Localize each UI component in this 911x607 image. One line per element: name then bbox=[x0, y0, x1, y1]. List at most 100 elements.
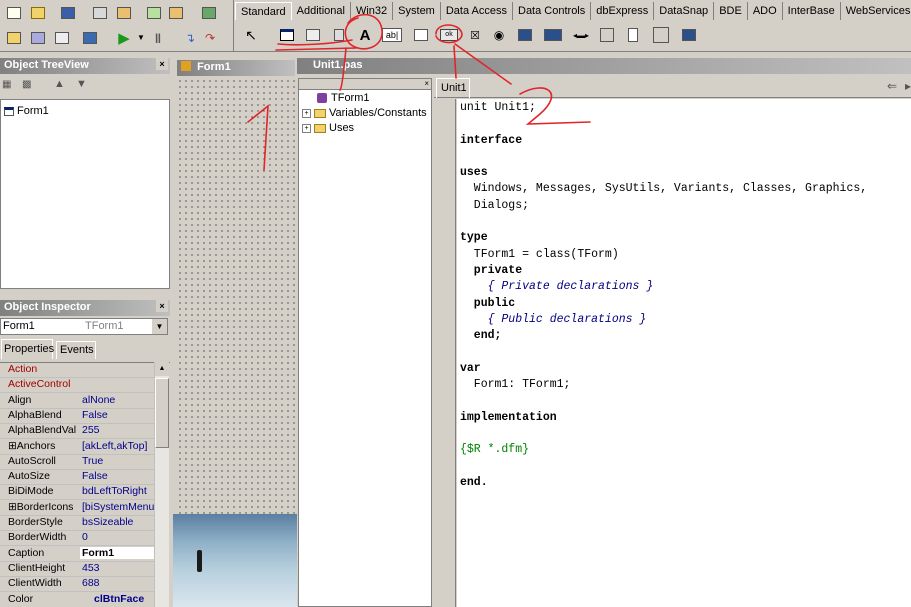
property-row[interactable]: BiDiMode bdLeftToRight bbox=[0, 485, 155, 501]
explorer-item-variables[interactable]: + Variables/Constants bbox=[302, 107, 427, 119]
editor-tab-unit1[interactable]: Unit1 bbox=[436, 78, 470, 98]
view-form-icon[interactable] bbox=[28, 28, 48, 48]
run-dropdown-icon[interactable]: ▼ bbox=[137, 33, 145, 42]
add-file-icon[interactable] bbox=[144, 3, 164, 23]
property-row[interactable]: AlphaBlend False bbox=[0, 409, 155, 424]
palette-tab[interactable]: BDE bbox=[714, 2, 748, 20]
forward-arrow-icon[interactable]: ▸ bbox=[905, 79, 911, 93]
palette-tab[interactable]: InterBase bbox=[783, 2, 841, 20]
property-row[interactable]: AutoScroll True bbox=[0, 455, 155, 470]
inspector-tab-events[interactable]: Events bbox=[56, 341, 96, 359]
property-row[interactable]: Caption Form1 bbox=[0, 546, 155, 562]
remove-file-icon[interactable] bbox=[166, 3, 186, 23]
step-over-icon[interactable]: ↷ bbox=[200, 28, 220, 48]
toggle-form-unit-icon[interactable] bbox=[52, 28, 72, 48]
property-value[interactable]: [akLeft,akTop] bbox=[80, 440, 154, 452]
palette-tab[interactable]: Data Access bbox=[441, 2, 513, 20]
property-row[interactable]: ActiveControl bbox=[0, 378, 155, 394]
palette-tab[interactable]: DataSnap bbox=[654, 2, 715, 20]
back-arrow-icon[interactable]: ⇐ bbox=[887, 79, 897, 93]
property-value[interactable]: bsSizeable bbox=[80, 516, 154, 528]
help-icon[interactable] bbox=[199, 3, 219, 23]
delete-item-icon[interactable]: ▩ bbox=[22, 79, 31, 90]
edit-component-icon[interactable]: ab| bbox=[382, 28, 402, 42]
open-icon[interactable] bbox=[28, 3, 48, 23]
property-row[interactable]: ClientWidth 688 bbox=[0, 577, 155, 593]
save-all-icon[interactable] bbox=[90, 3, 110, 23]
palette-tab[interactable]: Win32 bbox=[351, 2, 394, 20]
property-value[interactable]: [biSystemMenu, bbox=[80, 501, 154, 513]
radiobutton-icon[interactable]: ◉ bbox=[488, 24, 510, 46]
panel-icon[interactable] bbox=[650, 24, 672, 46]
tree-item-form1[interactable]: Form1 bbox=[4, 105, 49, 117]
property-value[interactable]: Form1 bbox=[80, 546, 154, 559]
property-value[interactable]: 688 bbox=[80, 577, 154, 589]
property-value[interactable]: False bbox=[80, 409, 154, 421]
palette-tab[interactable]: Standard bbox=[235, 2, 292, 20]
property-row[interactable]: ⊞Anchors [akLeft,akTop] bbox=[0, 440, 155, 455]
chevron-down-icon[interactable]: ▼ bbox=[152, 319, 167, 334]
property-row[interactable]: BorderWidth 0 bbox=[0, 531, 155, 547]
popupmenu-icon[interactable] bbox=[328, 24, 350, 46]
open-project-icon[interactable] bbox=[114, 3, 134, 23]
property-row[interactable]: Action bbox=[0, 363, 155, 378]
groupbox-icon[interactable] bbox=[596, 24, 618, 46]
palette-tab[interactable]: System bbox=[393, 2, 441, 20]
property-value[interactable]: 255 bbox=[80, 424, 154, 436]
scrollbar-icon[interactable]: ◂▬▸ bbox=[570, 24, 592, 46]
palette-tab[interactable]: WebServices bbox=[841, 2, 911, 20]
palette-tab[interactable]: Data Controls bbox=[513, 2, 592, 20]
property-value[interactable]: alNone bbox=[80, 394, 154, 406]
property-value[interactable]: 0 bbox=[80, 531, 154, 543]
memo-icon[interactable] bbox=[410, 24, 432, 46]
combobox-icon[interactable] bbox=[542, 24, 564, 46]
new-form-icon[interactable] bbox=[80, 28, 100, 48]
explorer-item-tform1[interactable]: TForm1 bbox=[317, 92, 370, 104]
expand-icon[interactable]: + bbox=[302, 123, 311, 133]
listbox-icon[interactable] bbox=[514, 24, 536, 46]
inspector-tab-properties[interactable]: Properties bbox=[1, 339, 54, 359]
close-icon[interactable]: × bbox=[156, 300, 168, 312]
explorer-item-uses[interactable]: + Uses bbox=[302, 122, 354, 134]
radiogroup-icon[interactable] bbox=[622, 24, 644, 46]
scroll-thumb[interactable] bbox=[155, 378, 169, 448]
palette-tab[interactable]: Additional bbox=[292, 2, 351, 20]
form-grid-canvas[interactable] bbox=[177, 78, 295, 514]
property-row[interactable]: AlphaBlendVal 255 bbox=[0, 424, 155, 440]
property-value[interactable]: bdLeftToRight bbox=[80, 485, 154, 497]
checkbox-icon[interactable]: ☒ bbox=[464, 24, 486, 46]
label-component-icon[interactable]: A bbox=[354, 24, 376, 46]
inspector-scrollbar[interactable]: ▲ bbox=[154, 362, 169, 607]
close-icon[interactable]: × bbox=[424, 79, 429, 88]
property-value[interactable]: False bbox=[80, 470, 154, 482]
close-icon[interactable]: × bbox=[156, 58, 168, 70]
expand-icon[interactable]: + bbox=[302, 108, 311, 118]
mainmenu-icon[interactable] bbox=[302, 24, 324, 46]
scroll-up-icon[interactable]: ▲ bbox=[155, 362, 169, 376]
view-unit-icon[interactable] bbox=[4, 28, 24, 48]
property-row[interactable]: Color clBtnFace bbox=[0, 593, 155, 607]
property-value[interactable]: True bbox=[80, 455, 154, 467]
property-value[interactable]: 453 bbox=[80, 562, 154, 574]
palette-tab[interactable]: dbExpress bbox=[591, 2, 655, 20]
pointer-icon[interactable]: ↖ bbox=[240, 24, 262, 46]
property-row[interactable]: ClientHeight 453 bbox=[0, 562, 155, 577]
pause-icon[interactable]: ‖ bbox=[148, 28, 168, 48]
property-row[interactable]: Align alNone bbox=[0, 394, 155, 409]
frames-icon[interactable] bbox=[276, 24, 298, 46]
property-value[interactable]: clBtnFace bbox=[80, 593, 154, 605]
save-icon[interactable] bbox=[58, 3, 78, 23]
trace-into-icon[interactable]: ↴ bbox=[180, 28, 200, 48]
palette-tab[interactable]: ADO bbox=[748, 2, 783, 20]
property-row[interactable]: ⊞BorderIcons [biSystemMenu, bbox=[0, 501, 155, 516]
button-component-icon[interactable]: ok bbox=[438, 24, 460, 46]
new-icon[interactable] bbox=[4, 3, 24, 23]
move-up-icon[interactable]: ▲ bbox=[54, 78, 65, 90]
actionlist-icon[interactable] bbox=[678, 24, 700, 46]
code-text[interactable]: unit Unit1; interface uses Windows, Mess… bbox=[460, 100, 867, 491]
run-icon[interactable]: ▶ bbox=[114, 28, 134, 48]
property-row[interactable]: BorderStyle bsSizeable bbox=[0, 516, 155, 531]
move-down-icon[interactable]: ▼ bbox=[76, 78, 87, 90]
new-item-icon[interactable]: ▦ bbox=[2, 79, 11, 90]
object-selector[interactable]: Form1 TForm1 ▼ bbox=[0, 318, 168, 335]
